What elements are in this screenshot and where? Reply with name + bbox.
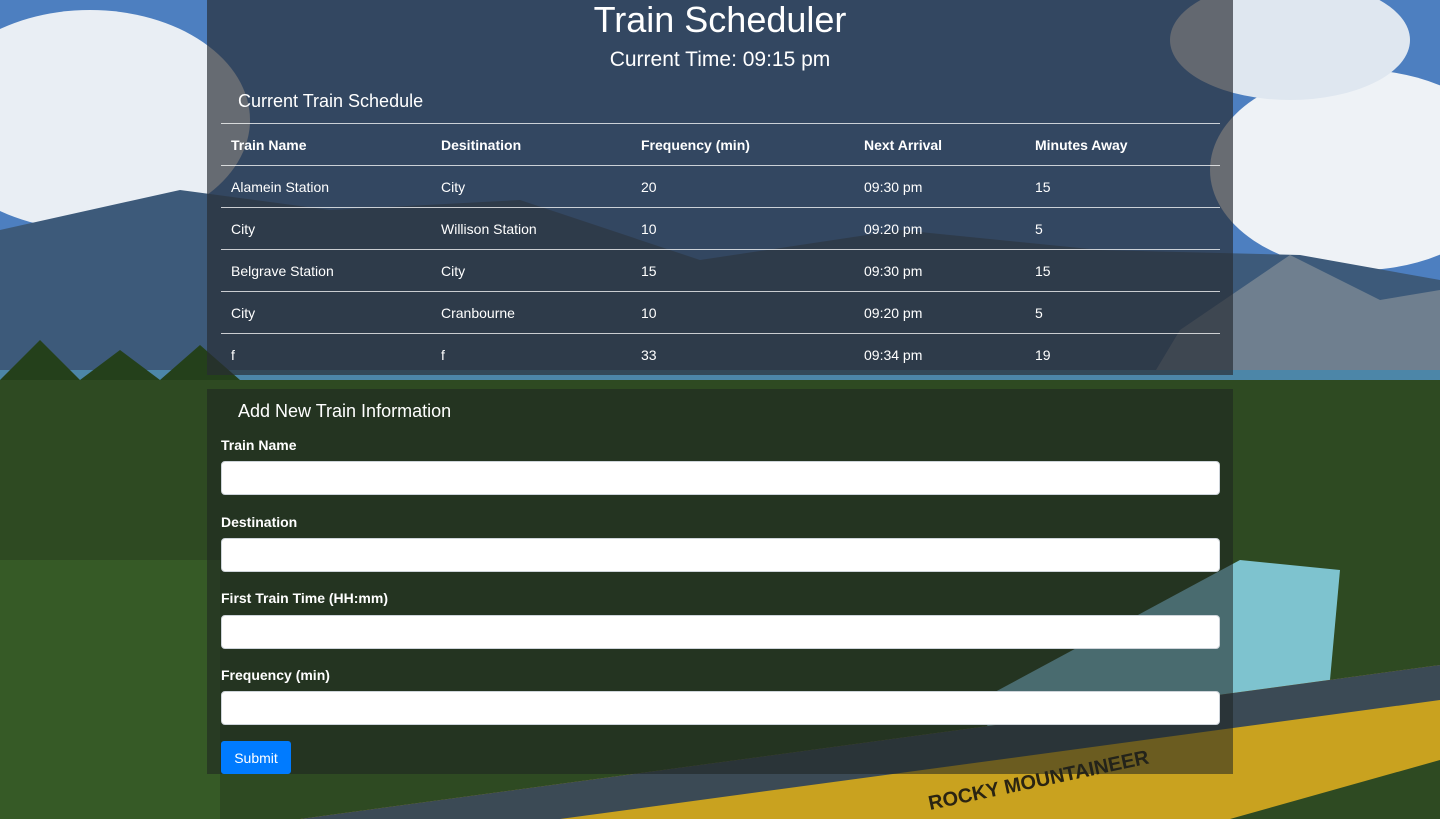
- form-heading: Add New Train Information: [238, 401, 452, 421]
- table-row: City Cranbourne 10 09:20 pm 5: [221, 291, 1220, 334]
- column-header-minutes-away: Minutes Away: [1025, 123, 1220, 166]
- column-header-destination: Desitination: [431, 123, 631, 166]
- table-row: City Willison Station 10 09:20 pm 5: [221, 207, 1220, 250]
- cell-destination: City: [431, 249, 631, 292]
- table-header-row: Train Name Desitination Frequency (min) …: [221, 123, 1220, 166]
- cell-minutes-away: 5: [1025, 291, 1220, 334]
- cell-frequency: 10: [631, 207, 854, 250]
- cell-minutes-away: 15: [1025, 249, 1220, 292]
- column-header-next-arrival: Next Arrival: [854, 123, 1025, 166]
- cell-train-name: City: [221, 291, 431, 334]
- cell-frequency: 20: [631, 165, 854, 208]
- cell-next-arrival: 09:34 pm: [854, 333, 1025, 375]
- cell-destination: f: [431, 333, 631, 375]
- cell-next-arrival: 09:20 pm: [854, 207, 1025, 250]
- train-name-label: Train Name: [221, 437, 297, 453]
- cell-minutes-away: 19: [1025, 333, 1220, 375]
- cell-destination: Willison Station: [431, 207, 631, 250]
- table-row: f f 33 09:34 pm 19: [221, 333, 1220, 375]
- destination-label: Destination: [221, 514, 298, 530]
- cell-destination: City: [431, 165, 631, 208]
- frequency-input[interactable]: [221, 691, 1220, 725]
- frequency-label: Frequency (min): [221, 667, 330, 683]
- first-train-time-input[interactable]: [221, 615, 1220, 649]
- first-train-time-label: First Train Time (HH:mm): [221, 590, 388, 606]
- train-name-input[interactable]: [221, 461, 1220, 495]
- cell-train-name: Belgrave Station: [221, 249, 431, 292]
- page-title: Train Scheduler: [593, 0, 847, 40]
- schedule-heading: Current Train Schedule: [238, 91, 424, 111]
- cell-train-name: City: [221, 207, 431, 250]
- cell-next-arrival: 09:20 pm: [854, 291, 1025, 334]
- cell-destination: Cranbourne: [431, 291, 631, 334]
- cell-minutes-away: 15: [1025, 165, 1220, 208]
- table-row: Alamein Station City 20 09:30 pm 15: [221, 165, 1220, 208]
- table-row: Belgrave Station City 15 09:30 pm 15: [221, 249, 1220, 292]
- column-header-frequency: Frequency (min): [631, 123, 854, 166]
- cell-next-arrival: 09:30 pm: [854, 165, 1025, 208]
- destination-input[interactable]: [221, 538, 1220, 572]
- cell-next-arrival: 09:30 pm: [854, 249, 1025, 292]
- current-time: Current Time: 09:15 pm: [609, 48, 831, 71]
- cell-frequency: 15: [631, 249, 854, 292]
- cell-minutes-away: 5: [1025, 207, 1220, 250]
- column-header-train-name: Train Name: [221, 123, 431, 166]
- submit-button[interactable]: Submit: [221, 741, 291, 774]
- cell-frequency: 33: [631, 333, 854, 375]
- cell-train-name: Alamein Station: [221, 165, 431, 208]
- cell-train-name: f: [221, 333, 431, 375]
- cell-frequency: 10: [631, 291, 854, 334]
- train-schedule-table: Train Name Desitination Frequency (min) …: [221, 123, 1220, 375]
